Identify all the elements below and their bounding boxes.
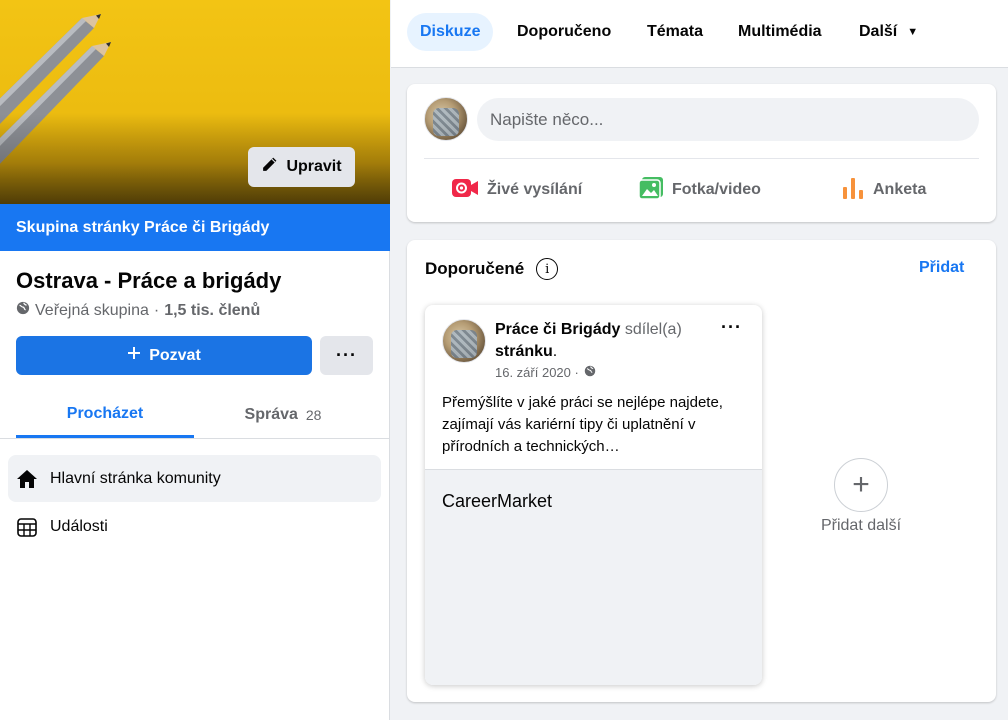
caret-down-icon: ▼ [907, 26, 919, 38]
add-recommended-button[interactable]: Přidat [919, 259, 964, 277]
sidebar-item-label: Hlavní stránka komunity [50, 469, 221, 487]
group-privacy: Veřejná skupina [35, 301, 149, 319]
group-meta: Veřejná skupina · 1,5 tis. členů [16, 301, 260, 320]
tab-label: Multimédia [738, 23, 822, 40]
home-icon [16, 468, 38, 490]
recommended-header: Doporučené i [425, 258, 559, 280]
tab-label: Témata [647, 23, 704, 40]
tab-browse-label: Procházet [66, 404, 144, 422]
parent-page-banner[interactable]: Skupina stránky Práce či Brigády [0, 204, 390, 251]
compose-input[interactable] [477, 98, 979, 141]
globe-icon [16, 301, 30, 320]
pencil-icon [261, 156, 278, 178]
live-video-icon [451, 177, 479, 204]
sidebar-item-events[interactable]: Události [8, 503, 381, 550]
post-composer: Živé vysílání Fotka/video Anketa [407, 84, 996, 222]
calendar-icon [16, 516, 38, 538]
live-video-button[interactable]: Živé vysílání [451, 170, 582, 210]
post-menu-button[interactable]: ··· [721, 317, 742, 338]
author-avatar[interactable] [442, 319, 486, 363]
photo-video-icon [638, 176, 664, 205]
poll-button[interactable]: Anketa [841, 170, 926, 210]
post-author-name[interactable]: Práce či Brigády [495, 321, 620, 338]
globe-icon [584, 365, 596, 380]
recommended-post-card[interactable]: Práce či Brigády sdílel(a) stránku. 16. … [425, 305, 762, 685]
sidebar-tabs: Procházet Správa 28 [0, 392, 390, 439]
user-avatar[interactable] [424, 97, 468, 141]
link-preview-title: CareerMarket [442, 491, 553, 511]
group-sidebar: Upravit Skupina stránky Práce či Brigády… [0, 0, 390, 720]
photo-video-label: Fotka/video [672, 181, 761, 198]
add-more-label: Přidat další [820, 517, 902, 534]
info-icon[interactable]: i [536, 258, 559, 280]
tab-manage-count: 28 [305, 407, 322, 423]
tab-manage-label: Správa [244, 406, 298, 423]
tab-label: Další [859, 23, 898, 40]
invite-label: Pozvat [149, 346, 201, 364]
add-more-button[interactable]: + [834, 458, 888, 512]
tab-recommended[interactable]: Doporučeno [517, 13, 611, 51]
tab-discussion[interactable]: Diskuze [407, 13, 494, 51]
composer-divider [424, 158, 979, 159]
group-tab-bar: Diskuze Doporučeno Témata Multimédia Dal… [391, 0, 1008, 68]
photo-video-button[interactable]: Fotka/video [638, 170, 761, 210]
edit-cover-button[interactable]: Upravit [248, 147, 355, 187]
post-author-line: Práce či Brigády sdílel(a) stránku. [495, 319, 705, 363]
live-video-label: Živé vysílání [487, 181, 583, 198]
recommended-section: Doporučené i Přidat Práce či Brigády sdí… [407, 240, 996, 702]
tab-browse[interactable]: Procházet [16, 392, 194, 438]
post-meta: 16. září 2020 · [495, 365, 596, 380]
poll-icon [841, 176, 865, 205]
invite-button[interactable]: Pozvat [16, 336, 312, 375]
tab-more[interactable]: Další ▼ [859, 13, 918, 51]
recommended-title: Doporučené [425, 259, 525, 278]
sidebar-item-community-home[interactable]: Hlavní stránka komunity [8, 455, 381, 502]
more-options-button[interactable]: ··· [320, 336, 373, 375]
plus-icon [127, 346, 141, 365]
tab-topics[interactable]: Témata [647, 13, 703, 51]
cover-photo: Upravit [0, 0, 390, 204]
tab-label: Doporučeno [517, 23, 612, 40]
meta-separator: · [153, 301, 160, 319]
tab-label: Diskuze [420, 23, 481, 40]
post-date[interactable]: 16. září 2020 · [495, 365, 579, 380]
post-body: Přemýšlíte v jaké práci se nejlépe najde… [442, 394, 723, 455]
post-action: sdílel(a) [624, 321, 682, 338]
sidebar-item-label: Události [50, 517, 108, 535]
tab-media[interactable]: Multimédia [738, 13, 822, 51]
edit-cover-label: Upravit [286, 158, 342, 175]
post-period: . [552, 343, 558, 360]
post-shared-object[interactable]: stránku [495, 343, 553, 360]
link-preview[interactable]: CareerMarket [425, 469, 762, 685]
group-member-count[interactable]: 1,5 tis. členů [164, 302, 260, 320]
poll-label: Anketa [873, 181, 927, 198]
tab-manage[interactable]: Správa 28 [194, 392, 372, 438]
group-title[interactable]: Ostrava - Práce a brigády [16, 268, 281, 294]
